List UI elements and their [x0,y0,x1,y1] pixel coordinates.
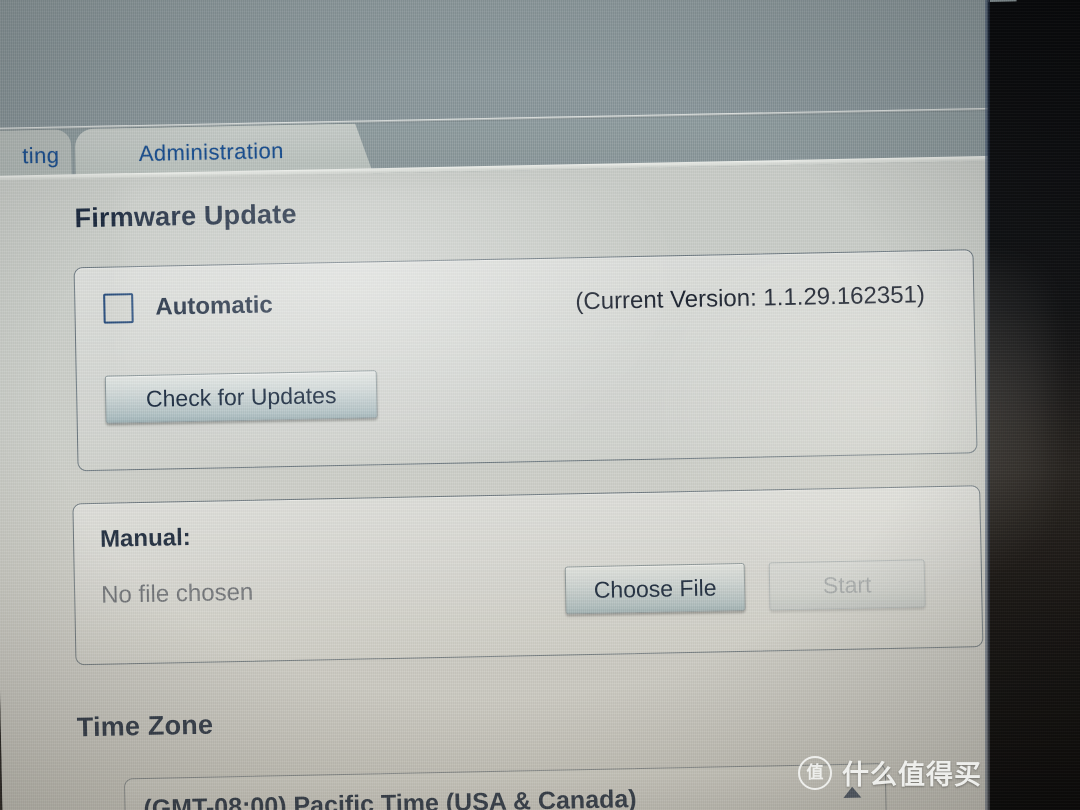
tab-administration-label: Administration [138,138,285,166]
automatic-checkbox[interactable] [103,293,134,324]
watermark: 值 什么值得买 [798,753,982,792]
manual-update-panel: Manual: No file chosen Choose File Start [72,485,984,666]
firmware-update-heading: Firmware Update [74,198,297,234]
time-zone-selected-value: (GMT-08:00) Pacific Time (USA & Canada) [143,785,637,810]
file-status-text: No file chosen [100,578,254,609]
current-version-text: (Current Version: 1.1.29.162351) [575,281,926,316]
check-for-updates-button[interactable]: Check for Updates [104,370,378,424]
automatic-checkbox-label: Automatic [155,291,273,321]
tab-routing-partial-label: ting [22,142,60,169]
automatic-update-panel: Automatic (Current Version: 1.1.29.16235… [73,249,978,472]
choose-file-button[interactable]: Choose File [564,562,746,615]
automatic-checkbox-row[interactable]: Automatic [103,290,273,324]
monitor-bezel-edge [985,0,990,810]
time-zone-heading: Time Zone [76,709,214,743]
watermark-text: 什么值得买 [842,760,982,790]
time-zone-select[interactable]: (GMT-08:00) Pacific Time (USA & Canada) [123,763,887,810]
router-admin-screen: ting Administration Firmware Update Auto… [0,0,1033,810]
admin-page-content: Firmware Update Automatic (Current Versi… [0,160,1033,810]
monitor-bezel-right [988,0,1080,810]
start-button[interactable]: Start [768,559,926,611]
manual-label: Manual: [99,524,191,553]
screen-photo: ting Administration Firmware Update Auto… [0,0,1080,810]
watermark-badge-icon: 值 [798,755,832,790]
